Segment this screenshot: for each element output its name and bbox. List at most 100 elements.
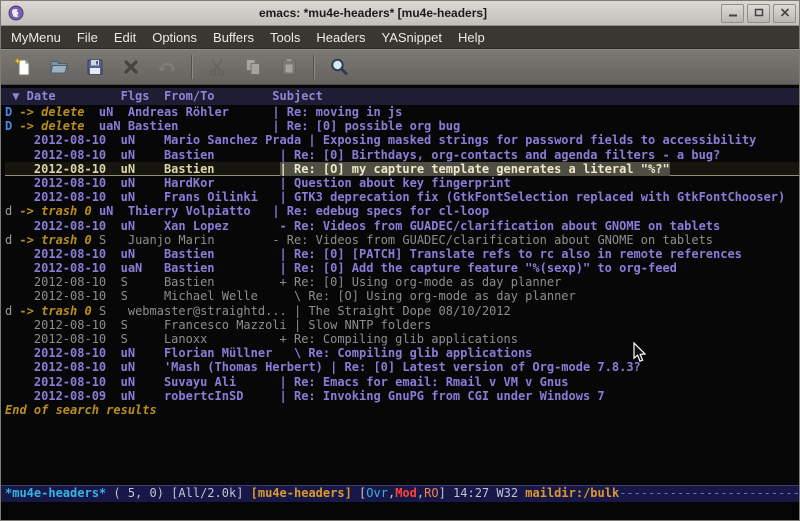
text-segment: 2012-08-10 uN 'Mash (Thomas Herbert) | R… bbox=[5, 360, 641, 374]
menu-item-headers[interactable]: Headers bbox=[308, 28, 373, 47]
emacs-app-icon bbox=[8, 5, 24, 21]
menu-item-options[interactable]: Options bbox=[144, 28, 205, 47]
undo-icon bbox=[157, 57, 177, 77]
text-segment: -> trash 0 bbox=[12, 204, 91, 218]
header-row[interactable]: 2012-08-10 uN Bastien | Re: [0] [PATCH] … bbox=[5, 247, 799, 261]
text-segment: ( 5, 0) [All/2.0k] bbox=[106, 486, 251, 500]
text-segment: 2012-08-10 uN Xan Lopez - Re: Videos fro… bbox=[5, 219, 720, 233]
end-of-results-text: End of search results bbox=[1, 403, 799, 417]
menu-item-buffers[interactable]: Buffers bbox=[205, 28, 262, 47]
header-row[interactable]: 2012-08-10 uN Mario Sanchez Prada | Expo… bbox=[5, 133, 799, 147]
header-row[interactable]: 2012-08-10 S Michael Welle \ Re: [O] Usi… bbox=[5, 289, 799, 303]
toolbar-separator bbox=[313, 55, 315, 79]
text-segment: 2012-08-10 S Francesco Mazzoli | Slow NN… bbox=[5, 318, 431, 332]
text-segment: 2012-08-10 S Bastien + Re: [0] Using org… bbox=[5, 275, 561, 289]
close-button[interactable] bbox=[114, 53, 148, 81]
header-row[interactable]: 2012-08-10 uN Suvayu Ali | Re: Emacs for… bbox=[5, 375, 799, 389]
text-segment: ----------------------------------------… bbox=[619, 486, 799, 500]
copy-icon bbox=[243, 57, 263, 77]
header-row[interactable]: 2012-08-10 S Lanoxx + Re: Compiling glib… bbox=[5, 332, 799, 346]
undo-button[interactable] bbox=[150, 53, 184, 81]
text-segment: -> delete bbox=[12, 119, 84, 133]
text-segment: [ bbox=[352, 486, 366, 500]
text-segment: maildir:/bulk bbox=[525, 486, 619, 500]
buffer-text-area: ▼ Date Flgs From/To Subject D -> delete … bbox=[1, 85, 799, 485]
paste-icon bbox=[279, 57, 299, 77]
header-row[interactable]: 2012-08-10 uN Xan Lopez - Re: Videos fro… bbox=[5, 219, 799, 233]
text-segment: RO bbox=[424, 486, 438, 500]
paste-button[interactable] bbox=[272, 53, 306, 81]
window-title: emacs: *mu4e-headers* [mu4e-headers] bbox=[28, 6, 718, 20]
minimize-button[interactable] bbox=[721, 4, 744, 23]
text-segment: 14:27 W32 bbox=[453, 486, 525, 500]
menu-item-tools[interactable]: Tools bbox=[262, 28, 308, 47]
header-row[interactable]: 2012-08-10 S Bastien + Re: [0] Using org… bbox=[5, 275, 799, 289]
save-button[interactable] bbox=[78, 53, 112, 81]
text-segment: ] bbox=[439, 486, 453, 500]
menu-item-mymenu[interactable]: MyMenu bbox=[3, 28, 69, 47]
text-segment: uaN Bastien | Re: [0] possible org bug bbox=[84, 119, 460, 133]
header-row[interactable]: 2012-08-10 uN HardKor | Question about k… bbox=[5, 176, 799, 190]
text-segment: 2012-08-10 uN Suvayu Ali | Re: Emacs for… bbox=[5, 375, 569, 389]
header-row[interactable]: D -> delete uaN Bastien | Re: [0] possib… bbox=[5, 119, 799, 133]
close-icon bbox=[780, 4, 790, 22]
maximize-button[interactable] bbox=[747, 4, 770, 23]
menu-bar: MyMenuFileEditOptionsBuffersToolsHeaders… bbox=[1, 26, 799, 49]
text-segment: 2012-08-10 uaN Bastien | Re: [0] Add the… bbox=[5, 261, 677, 275]
text-segment: 2012-08-10 uN Bastien | Re: [0] [PATCH] … bbox=[5, 247, 742, 261]
menu-item-edit[interactable]: Edit bbox=[106, 28, 144, 47]
search-button[interactable] bbox=[322, 53, 356, 81]
open-folder-button[interactable] bbox=[42, 53, 76, 81]
header-line[interactable]: ▼ Date Flgs From/To Subject bbox=[1, 88, 799, 105]
text-segment: 2012-08-10 uN HardKor | Question about k… bbox=[5, 176, 511, 190]
text-segment: -> delete bbox=[12, 105, 84, 119]
text-segment: [mu4e-headers] bbox=[251, 486, 352, 500]
header-row[interactable]: 2012-08-10 uN Bastien | Re: [0] Birthday… bbox=[5, 148, 799, 162]
text-segment: 2012-08-10 uN Bastien | Re: [0] Birthday… bbox=[5, 148, 720, 162]
text-segment: -> trash 0 bbox=[12, 304, 91, 318]
text-segment: Ovr bbox=[366, 486, 388, 500]
text-segment: 2012-08-09 uN robertcInSD | Re: Invoking… bbox=[5, 389, 605, 403]
text-segment: | Re: [O] my capture template generates … bbox=[280, 162, 670, 176]
header-row[interactable]: 2012-08-10 uN Florian Müllner \ Re: Comp… bbox=[5, 346, 799, 360]
cut-button[interactable] bbox=[200, 53, 234, 81]
text-segment: S webmaster@straightd... | The Straight … bbox=[92, 304, 511, 318]
text-segment: uN Andreas Röhler | Re: moving in js bbox=[84, 105, 402, 119]
header-row[interactable]: d -> trash 0 S webmaster@straightd... | … bbox=[5, 304, 799, 318]
close-window-button[interactable] bbox=[773, 4, 796, 23]
text-segment: 2012-08-10 S Michael Welle \ Re: [O] Usi… bbox=[5, 289, 576, 303]
new-file-button[interactable] bbox=[6, 53, 40, 81]
header-row[interactable]: 2012-08-10 uaN Bastien | Re: [0] Add the… bbox=[5, 261, 799, 275]
text-segment: 2012-08-10 uN Frans Oilinki | GTK3 depre… bbox=[5, 190, 785, 204]
menu-item-help[interactable]: Help bbox=[450, 28, 493, 47]
header-row[interactable]: 2012-08-10 uN Bastien | Re: [O] my captu… bbox=[5, 162, 799, 176]
menu-item-yasnippet[interactable]: YASnippet bbox=[373, 28, 449, 47]
header-row[interactable]: 2012-08-10 S Francesco Mazzoli | Slow NN… bbox=[5, 318, 799, 332]
text-segment: *mu4e-headers* bbox=[5, 486, 106, 500]
text-segment: ▼ Date Flgs From/To Subject bbox=[5, 89, 323, 103]
text-segment: 2012-08-10 uN Mario Sanchez Prada | Expo… bbox=[5, 133, 756, 147]
copy-button[interactable] bbox=[236, 53, 270, 81]
text-segment: 2012-08-10 S Lanoxx + Re: Compiling glib… bbox=[5, 332, 518, 346]
echo-area-minibuffer[interactable] bbox=[1, 502, 799, 520]
tool-bar bbox=[1, 49, 799, 85]
header-row[interactable]: 2012-08-10 uN Frans Oilinki | GTK3 depre… bbox=[5, 190, 799, 204]
save-icon bbox=[85, 57, 105, 77]
menu-item-file[interactable]: File bbox=[69, 28, 106, 47]
text-segment: 2012-08-10 uN Bastien bbox=[5, 162, 280, 176]
headers-list: D -> delete uN Andreas Röhler | Re: movi… bbox=[1, 105, 799, 403]
header-row[interactable]: 2012-08-09 uN robertcInSD | Re: Invoking… bbox=[5, 389, 799, 403]
emacs-window: emacs: *mu4e-headers* [mu4e-headers] MyM… bbox=[0, 0, 800, 521]
new-file-icon bbox=[13, 57, 33, 77]
minimize-icon bbox=[728, 4, 738, 22]
header-row[interactable]: D -> delete uN Andreas Röhler | Re: movi… bbox=[5, 105, 799, 119]
header-row[interactable]: 2012-08-10 uN 'Mash (Thomas Herbert) | R… bbox=[5, 360, 799, 374]
text-segment: uN Thierry Volpiatto | Re: edebug specs … bbox=[92, 204, 489, 218]
mode-line[interactable]: *mu4e-headers* ( 5, 0) [All/2.0k] [mu4e-… bbox=[1, 485, 799, 502]
cut-icon bbox=[207, 57, 227, 77]
window-titlebar: emacs: *mu4e-headers* [mu4e-headers] bbox=[1, 1, 799, 26]
text-segment: S Juanjo Marin - Re: Videos from GUADEC/… bbox=[92, 233, 713, 247]
header-row[interactable]: d -> trash 0 S Juanjo Marin - Re: Videos… bbox=[5, 233, 799, 247]
close-icon bbox=[121, 57, 141, 77]
header-row[interactable]: d -> trash 0 uN Thierry Volpiatto | Re: … bbox=[5, 204, 799, 218]
